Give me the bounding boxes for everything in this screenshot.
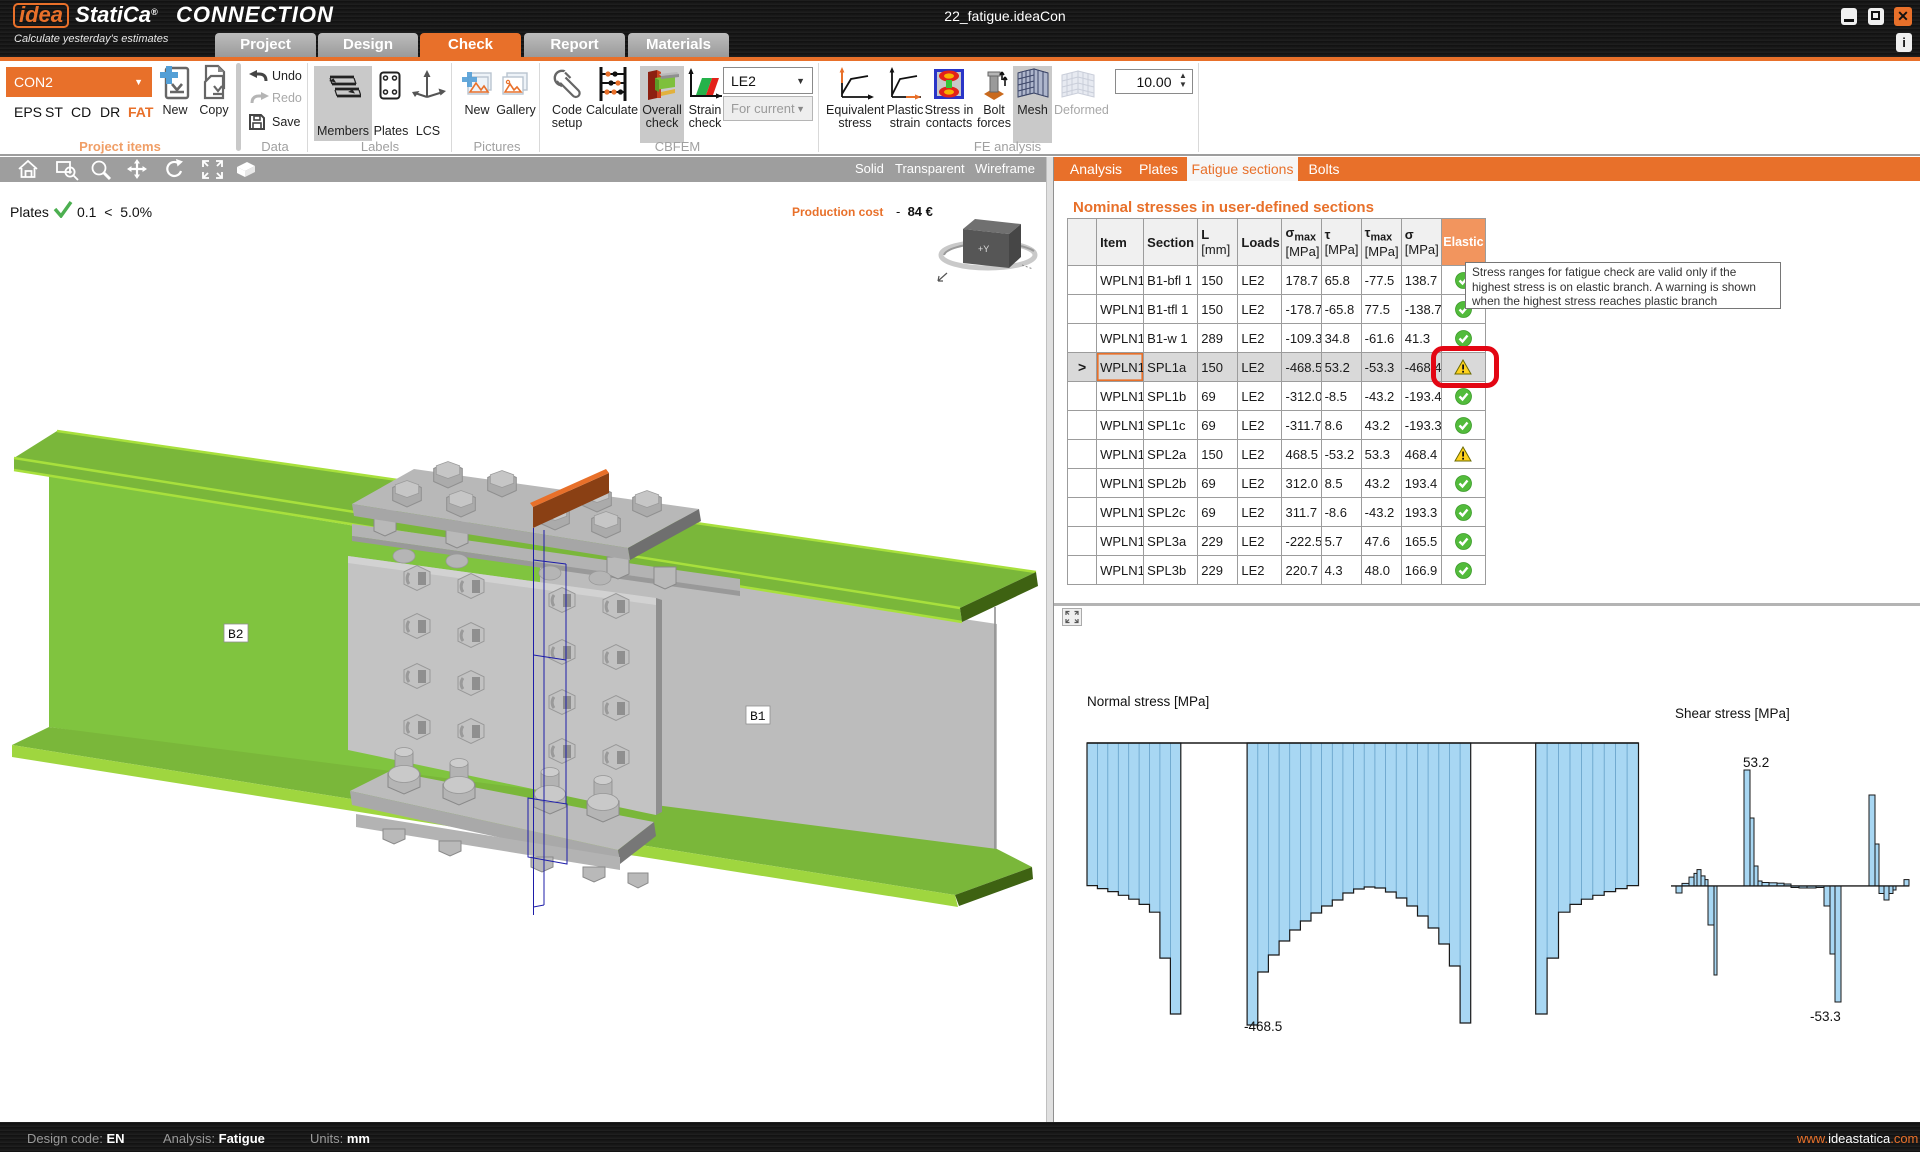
svg-text:B2: B2 bbox=[228, 627, 244, 642]
svg-text:B1: B1 bbox=[750, 709, 766, 724]
svg-text:Normal stress [MPa]: Normal stress [MPa] bbox=[1087, 694, 1209, 709]
svg-text:Shear stress [MPa]: Shear stress [MPa] bbox=[1675, 706, 1790, 721]
svg-text:-468.5: -468.5 bbox=[1244, 1019, 1282, 1034]
svg-text:-53.3: -53.3 bbox=[1810, 1009, 1841, 1024]
svg-text:53.2: 53.2 bbox=[1743, 755, 1769, 770]
svg-text:+Y: +Y bbox=[978, 244, 989, 254]
